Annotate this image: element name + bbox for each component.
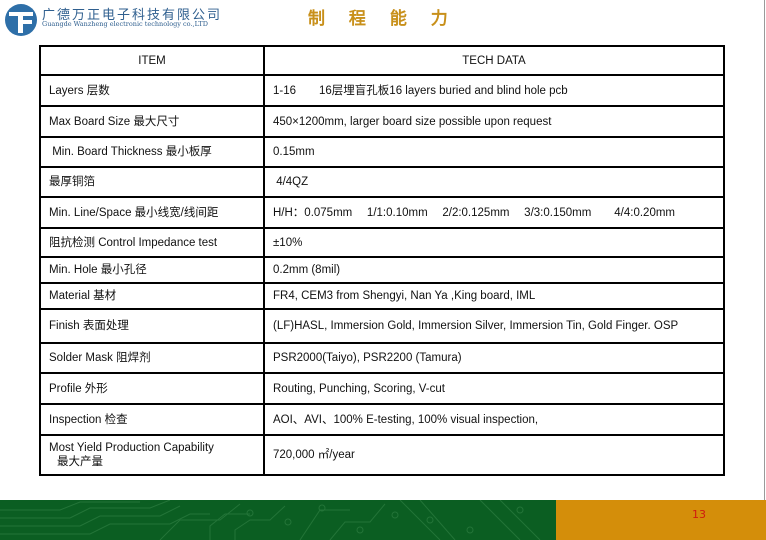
tech-data-cell: 450×1200mm, larger board size possible u…	[263, 105, 725, 138]
item-cell: Min. Line/Space 最小线宽/线间距	[39, 196, 265, 229]
tech-data-cell: FR4, CEM3 from Shengyi, Nan Ya ,King boa…	[263, 282, 725, 310]
tech-data-cell: 4/4QZ	[263, 166, 725, 198]
item-cell: Profile 外形	[39, 372, 265, 405]
item-cell: Most Yield Production Capability 最大产量	[39, 434, 265, 476]
footer-page-band: 13	[556, 500, 766, 540]
table-row: 阻抗检测 Control Impedance test ±10%	[39, 227, 725, 258]
tech-data-cell: AOI、AVI、100% E-testing, 100% visual insp…	[263, 403, 725, 436]
company-logo-icon	[5, 4, 37, 36]
tech-data-cell: 0.2mm (8mil)	[263, 256, 725, 284]
tech-data-cell: PSR2000(Taiyo), PSR2200 (Tamura)	[263, 342, 725, 374]
page-title: 制 程 能 力	[308, 9, 457, 29]
tech-data-cell: H/H：0.075mm 1/1:0.10mm 2/2:0.125mm 3/3:0…	[263, 196, 725, 229]
table-row: Finish 表面处理 (LF)HASL, Immersion Gold, Im…	[39, 308, 725, 344]
tech-data-cell: Routing, Punching, Scoring, V-cut	[263, 372, 725, 405]
tech-data-cell: 1-16 16层埋盲孔板16 layers buried and blind h…	[263, 74, 725, 107]
item-cell: Max Board Size 最大尺寸	[39, 105, 265, 138]
item-cell: Min. Hole 最小孔径	[39, 256, 265, 284]
page-number: 13	[692, 508, 706, 521]
item-cell: Layers 层数	[39, 74, 265, 107]
item-label-line1: Most Yield Production Capability	[49, 442, 214, 454]
table-row: Min. Hole 最小孔径 0.2mm (8mil)	[39, 256, 725, 284]
item-cell: Material 基材	[39, 282, 265, 310]
item-cell: 最厚铜箔	[39, 166, 265, 198]
table-row: Profile 外形 Routing, Punching, Scoring, V…	[39, 372, 725, 405]
process-capability-table: ITEM TECH DATA Layers 层数 1-16 16层埋盲孔板16 …	[39, 45, 725, 476]
tech-data-cell: 0.15mm	[263, 136, 725, 168]
tech-data-cell: 720,000 ㎡/year	[263, 434, 725, 476]
table-row: Inspection 检查 AOI、AVI、100% E-testing, 10…	[39, 403, 725, 436]
footer-circuit-band	[0, 500, 556, 540]
company-name-en: Guangde Wanzheng electronic technology c…	[42, 20, 208, 28]
table-row: Solder Mask 阻焊剂 PSR2000(Taiyo), PSR2200 …	[39, 342, 725, 374]
footer-bar: 13	[0, 500, 766, 540]
slide-edge-rule	[764, 0, 765, 500]
item-cell: Min. Board Thickness 最小板厚	[39, 136, 265, 168]
table-row: Layers 层数 1-16 16层埋盲孔板16 layers buried a…	[39, 74, 725, 107]
table-row: Min. Board Thickness 最小板厚 0.15mm	[39, 136, 725, 168]
item-cell: 阻抗检测 Control Impedance test	[39, 227, 265, 258]
item-cell: Inspection 检查	[39, 403, 265, 436]
item-label-line2: 最大产量	[57, 456, 103, 468]
table-header-row: ITEM TECH DATA	[39, 45, 725, 76]
table-row: 最厚铜箔 4/4QZ	[39, 166, 725, 198]
column-header-tech-data: TECH DATA	[263, 45, 725, 76]
table-row: Max Board Size 最大尺寸 450×1200mm, larger b…	[39, 105, 725, 138]
column-header-item: ITEM	[39, 45, 265, 76]
table-row: Most Yield Production Capability 最大产量 72…	[39, 434, 725, 476]
table-row: Material 基材 FR4, CEM3 from Shengyi, Nan …	[39, 282, 725, 310]
item-cell: Finish 表面处理	[39, 308, 265, 344]
circuit-pattern-icon	[0, 500, 541, 540]
tech-data-cell: (LF)HASL, Immersion Gold, Immersion Silv…	[263, 308, 725, 344]
table-row: Min. Line/Space 最小线宽/线间距 H/H：0.075mm 1/1…	[39, 196, 725, 229]
tech-data-cell: ±10%	[263, 227, 725, 258]
item-cell: Solder Mask 阻焊剂	[39, 342, 265, 374]
